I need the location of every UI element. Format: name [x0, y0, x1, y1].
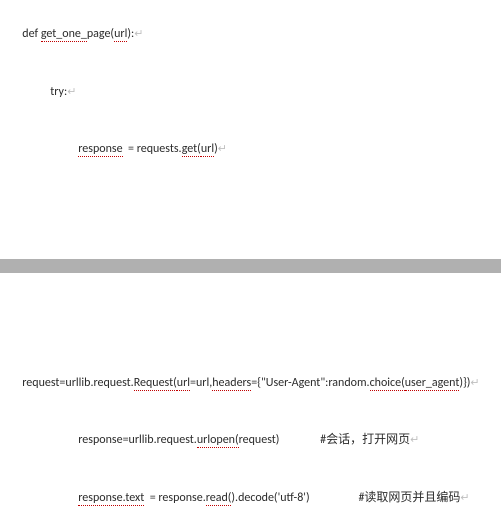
page-separator — [0, 259, 501, 273]
code-text: #读取网页并且编码 — [358, 491, 460, 505]
code-text: = response. — [144, 491, 205, 505]
paragraph-mark-icon: ↵ — [134, 27, 143, 40]
paragraph-mark-icon: ↵ — [67, 85, 76, 98]
squiggle-text: read( — [206, 491, 232, 506]
squiggle-text: url — [114, 27, 127, 42]
code-text: page( — [87, 27, 114, 41]
squiggle-text: headers — [212, 376, 251, 391]
squiggle-text: Request( — [134, 376, 177, 391]
squiggle-text: urlopen( — [197, 433, 239, 448]
code-line: response.text = response.read().decode('… — [6, 470, 495, 520]
code-text: = requests. — [123, 142, 182, 156]
paragraph-mark-icon: ↵ — [410, 433, 419, 446]
document-page: def get_one_page(url):↵ try:↵ response =… — [0, 0, 501, 520]
squiggle-text: get_one_ — [41, 27, 87, 42]
code-text: =url, — [190, 376, 212, 390]
squiggle-text: choice( — [370, 376, 405, 391]
code-text: def — [22, 27, 41, 41]
code-text: ).decode('utf-8') — [231, 491, 309, 505]
code-line: response=urllib.request.urlopen(request)… — [6, 412, 495, 470]
paragraph-mark-icon: ↵ — [460, 491, 469, 504]
code-line: try:↵ — [6, 64, 495, 122]
code-block-1: def get_one_page(url):↵ try:↵ response =… — [0, 0, 501, 179]
code-text: ={"User-Agent":random. — [251, 376, 369, 390]
squiggle-text: response — [78, 142, 122, 157]
code-text: #会话，打开网页 — [320, 433, 410, 447]
code-spacer — [279, 433, 320, 447]
code-text: request) — [239, 433, 280, 447]
code-text: )}) — [459, 376, 470, 390]
code-spacer — [310, 491, 359, 505]
squiggle-text: url — [177, 376, 190, 391]
code-text: try: — [50, 85, 67, 99]
squiggle-text: response.text — [78, 491, 144, 506]
code-line: response = requests.get(url)↵ — [6, 121, 495, 179]
code-text: request=urllib.request. — [22, 376, 133, 390]
squiggle-text: user_agent — [405, 376, 460, 391]
code-text: response=urllib.request. — [78, 433, 197, 447]
squiggle-text: url — [201, 142, 214, 157]
paragraph-mark-icon: ↵ — [470, 376, 479, 389]
code-line: def get_one_page(url):↵ — [6, 6, 495, 64]
squiggle-text: get( — [182, 142, 201, 157]
code-block-2: request=urllib.request.Request(url=url,h… — [0, 355, 501, 520]
code-line: request=urllib.request.Request(url=url,h… — [6, 355, 495, 413]
paragraph-mark-icon: ↵ — [218, 142, 227, 155]
